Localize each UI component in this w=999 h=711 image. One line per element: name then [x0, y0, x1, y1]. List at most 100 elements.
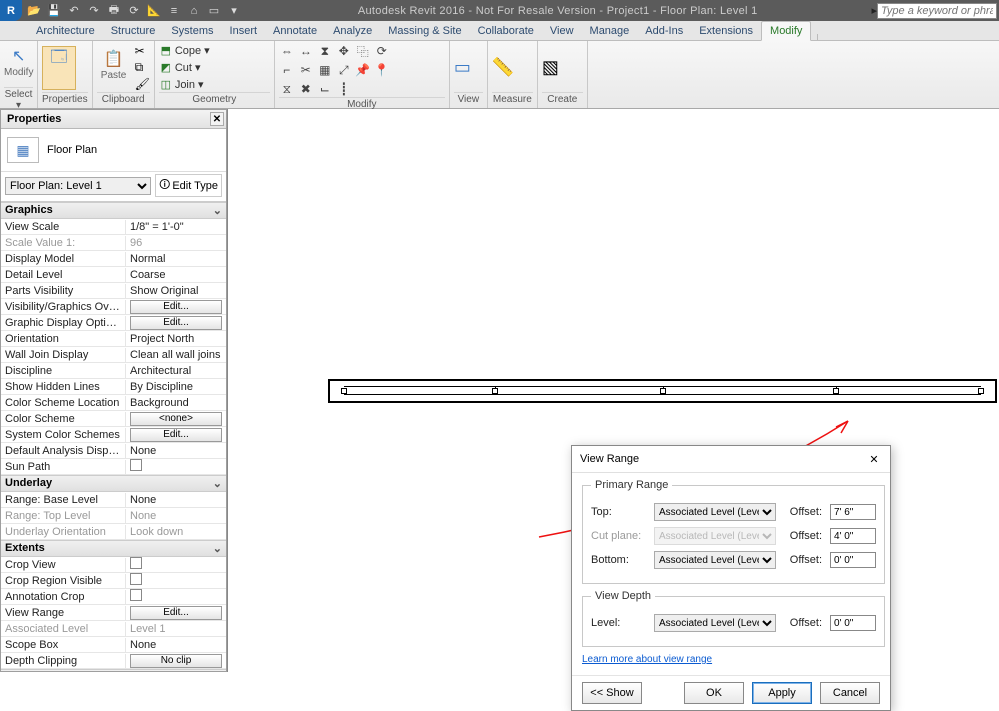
prop-edit-button[interactable]: Edit... — [130, 316, 222, 330]
bottom-offset-input[interactable] — [830, 552, 876, 568]
tab-collaborate[interactable]: Collaborate — [470, 22, 542, 40]
prop-value[interactable]: 1/8" = 1'-0" — [126, 220, 226, 234]
create-group-icon[interactable]: ▧ — [542, 57, 559, 78]
tab-annotate[interactable]: Annotate — [265, 22, 325, 40]
prop-row[interactable]: Crop View — [1, 557, 226, 573]
group-header[interactable]: Graphics⌄ — [1, 202, 226, 219]
prop-row[interactable]: Color Scheme LocationBackground — [1, 395, 226, 411]
cancel-button[interactable]: Cancel — [820, 682, 880, 704]
switch-windows-icon[interactable]: ▭ — [206, 3, 222, 19]
prop-value[interactable] — [126, 556, 226, 573]
dialog-close-icon[interactable]: ✕ — [866, 451, 882, 467]
tab-insert[interactable]: Insert — [222, 22, 266, 40]
sync-icon[interactable]: ⟳ — [126, 3, 142, 19]
tab-architecture[interactable]: Architecture — [28, 22, 103, 40]
trim-single-icon[interactable]: ⌙ — [317, 81, 333, 97]
tab-modify[interactable]: Modify — [761, 21, 811, 41]
prop-edit-button[interactable]: Edit... — [130, 300, 222, 314]
prop-row[interactable]: Range: Top LevelNone — [1, 508, 226, 524]
prop-row[interactable]: Underlay OrientationLook down — [1, 524, 226, 540]
group-header[interactable]: Identity Data⌄ — [1, 669, 226, 671]
pin-icon[interactable]: 📌 — [355, 62, 371, 78]
thin-lines-icon[interactable]: ≡ — [166, 3, 182, 19]
prop-row[interactable]: Range: Base LevelNone — [1, 492, 226, 508]
group-header[interactable]: Underlay⌄ — [1, 475, 226, 492]
prop-value[interactable]: Project North — [126, 332, 226, 346]
prop-row[interactable]: Depth ClippingNo clip — [1, 653, 226, 669]
prop-value[interactable]: Show Original — [126, 284, 226, 298]
prop-value[interactable]: None — [126, 444, 226, 458]
prop-row[interactable]: Default Analysis Display ...None — [1, 443, 226, 459]
prop-row[interactable]: View RangeEdit... — [1, 605, 226, 621]
cut-icon[interactable]: ✂ — [135, 44, 150, 58]
trim-extend-icon[interactable]: ⌐ — [279, 62, 295, 78]
align-icon[interactable]: ⇔ — [279, 43, 295, 59]
prop-value[interactable]: Coarse — [126, 268, 226, 282]
prop-row[interactable]: Associated LevelLevel 1 — [1, 621, 226, 637]
redo-icon[interactable]: ↷ — [86, 3, 102, 19]
prop-row[interactable]: Crop Region Visible — [1, 573, 226, 589]
prop-value[interactable]: Clean all wall joins — [126, 348, 226, 362]
tab-massing-site[interactable]: Massing & Site — [380, 22, 469, 40]
search-input[interactable] — [877, 3, 997, 19]
drawing-canvas[interactable]: View Range ✕ Primary Range Top: Associat… — [227, 109, 999, 672]
level-select[interactable]: Associated Level (Level 1) — [654, 614, 776, 632]
prop-row[interactable]: Scope BoxNone — [1, 637, 226, 653]
checkbox-icon[interactable] — [130, 589, 142, 601]
prop-edit-button[interactable]: Edit... — [130, 428, 222, 442]
join-button[interactable]: ◫Join ▾ — [159, 77, 204, 91]
prop-value[interactable]: Architectural — [126, 364, 226, 378]
copy-icon[interactable]: ⧉ — [135, 60, 150, 75]
prop-value[interactable]: None — [126, 638, 226, 652]
tab-systems[interactable]: Systems — [163, 22, 221, 40]
save-icon[interactable]: 💾 — [46, 3, 62, 19]
cut-offset-input[interactable] — [830, 528, 876, 544]
checkbox-icon[interactable] — [130, 573, 142, 585]
prop-row[interactable]: Color Scheme<none> — [1, 411, 226, 427]
prop-value[interactable]: Background — [126, 396, 226, 410]
top-select[interactable]: Associated Level (Level 1) — [654, 503, 776, 521]
prop-edit-button[interactable]: Edit... — [130, 606, 222, 620]
prop-value[interactable]: Normal — [126, 252, 226, 266]
bottom-select[interactable]: Associated Level (Level 1) — [654, 551, 776, 569]
prop-row[interactable]: Parts VisibilityShow Original — [1, 283, 226, 299]
instance-selector[interactable]: Floor Plan: Level 1 — [5, 177, 151, 195]
prop-value[interactable] — [126, 458, 226, 475]
tab-manage[interactable]: Manage — [582, 22, 638, 40]
prop-value[interactable] — [126, 572, 226, 589]
modify-tool-button[interactable]: ↖ Modify — [4, 43, 33, 87]
prop-row[interactable]: Show Hidden LinesBy Discipline — [1, 379, 226, 395]
level-offset-input[interactable] — [830, 615, 876, 631]
print-icon[interactable]: 🖶 — [106, 3, 122, 19]
prop-value[interactable]: 96 — [126, 236, 226, 250]
prop-row[interactable]: Sun Path — [1, 459, 226, 475]
prop-value[interactable] — [126, 588, 226, 605]
prop-row[interactable]: Visibility/Graphics Overr...Edit... — [1, 299, 226, 315]
prop-row[interactable]: View Scale1/8" = 1'-0" — [1, 219, 226, 235]
learn-more-link[interactable]: Learn more about view range — [582, 654, 712, 665]
prop-edit-button[interactable]: No clip — [130, 654, 222, 668]
array-icon[interactable]: ▦ — [317, 62, 333, 78]
offset-icon[interactable]: ↔ — [298, 43, 314, 59]
split-gap-icon[interactable]: ┋ — [336, 81, 352, 97]
matchtype-icon[interactable]: 🖌 — [135, 77, 150, 91]
close-icon[interactable]: ✕ — [210, 112, 224, 126]
prop-row[interactable]: Display ModelNormal — [1, 251, 226, 267]
delete-icon[interactable]: ✖ — [298, 81, 314, 97]
properties-header[interactable]: Properties ✕ — [1, 110, 226, 129]
edit-type-button[interactable]: 🛈 Edit Type — [155, 174, 222, 197]
prop-row[interactable]: Wall Join DisplayClean all wall joins — [1, 347, 226, 363]
prop-row[interactable]: Graphic Display OptionsEdit... — [1, 315, 226, 331]
prop-value[interactable]: By Discipline — [126, 380, 226, 394]
prop-edit-button[interactable]: <none> — [130, 412, 222, 426]
properties-button[interactable]: 🗔 — [42, 46, 76, 90]
checkbox-icon[interactable] — [130, 459, 142, 471]
paste-button[interactable]: 📋 Paste — [97, 46, 131, 90]
split-icon[interactable]: ✂ — [298, 62, 314, 78]
copy-tool-icon[interactable]: ⿻ — [355, 43, 371, 59]
prop-value[interactable]: Level 1 — [126, 622, 226, 636]
prop-row[interactable]: Annotation Crop — [1, 589, 226, 605]
show-button[interactable]: << Show — [582, 682, 642, 704]
apply-button[interactable]: Apply — [752, 682, 812, 704]
tab-addins[interactable]: Add-Ins — [637, 22, 691, 40]
